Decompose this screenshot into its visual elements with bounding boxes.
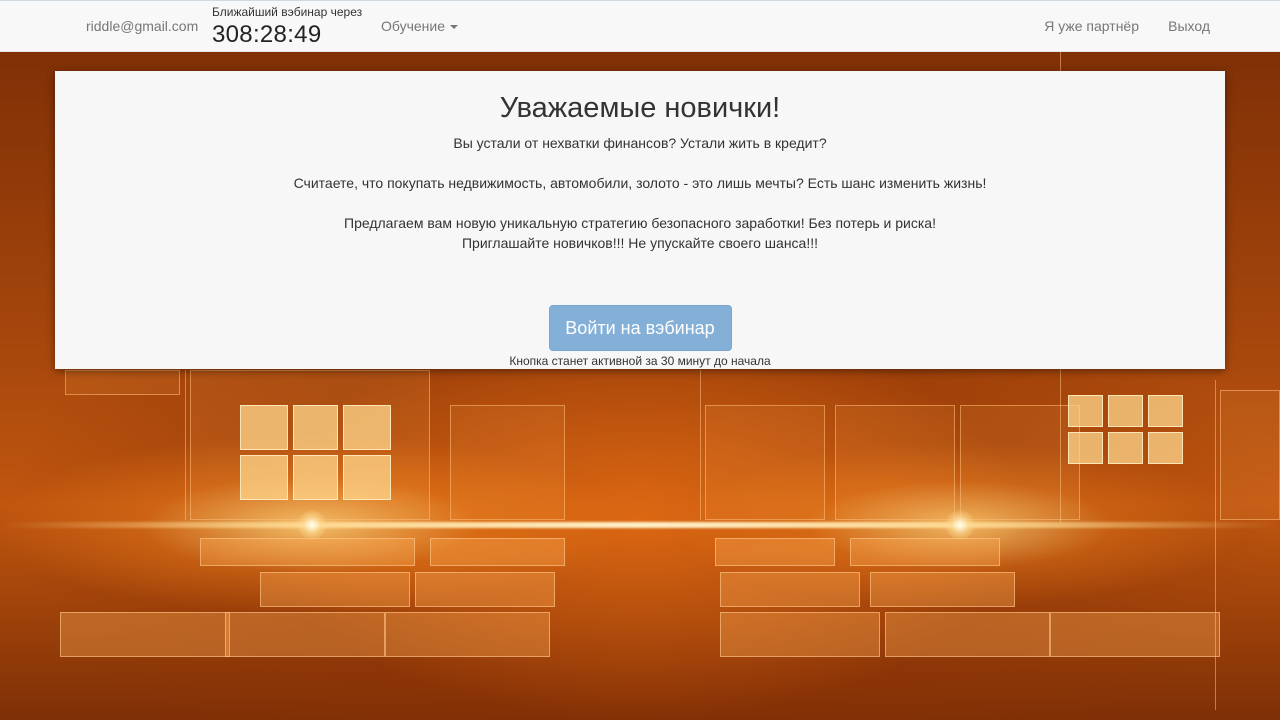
intro-text-2: Считаете, что покупать недвижимость, авт… xyxy=(293,175,987,191)
button-hint: Кнопка станет активной за 30 минут до на… xyxy=(509,354,771,368)
top-navbar: riddle@gmail.com Ближайший вэбинар через… xyxy=(0,0,1280,52)
intro-text-4: Приглашайте новичков!!! Не упускайте сво… xyxy=(461,235,819,251)
logout-link[interactable]: Выход xyxy=(1168,18,1210,34)
countdown-timer: 308:28:49 xyxy=(212,21,322,48)
countdown-label: Ближайший вэбинар через xyxy=(212,5,363,19)
training-dropdown-label: Обучение xyxy=(381,18,446,34)
join-webinar-button[interactable]: Войти на вэбинар xyxy=(548,305,732,351)
partner-link[interactable]: Я уже партнёр xyxy=(1044,18,1139,34)
user-email: riddle@gmail.com xyxy=(86,18,199,34)
training-dropdown[interactable]: Обучение xyxy=(381,18,459,34)
intro-text-1: Вы устали от нехватки финансов? Устали ж… xyxy=(453,135,827,151)
webinar-panel: Уважаемые новички! Вы устали от нехватки… xyxy=(55,71,1225,369)
caret-down-icon xyxy=(450,25,459,30)
page-title: Уважаемые новички! xyxy=(499,92,781,124)
intro-text-3: Предлагаем вам новую уникальную стратеги… xyxy=(344,215,936,231)
